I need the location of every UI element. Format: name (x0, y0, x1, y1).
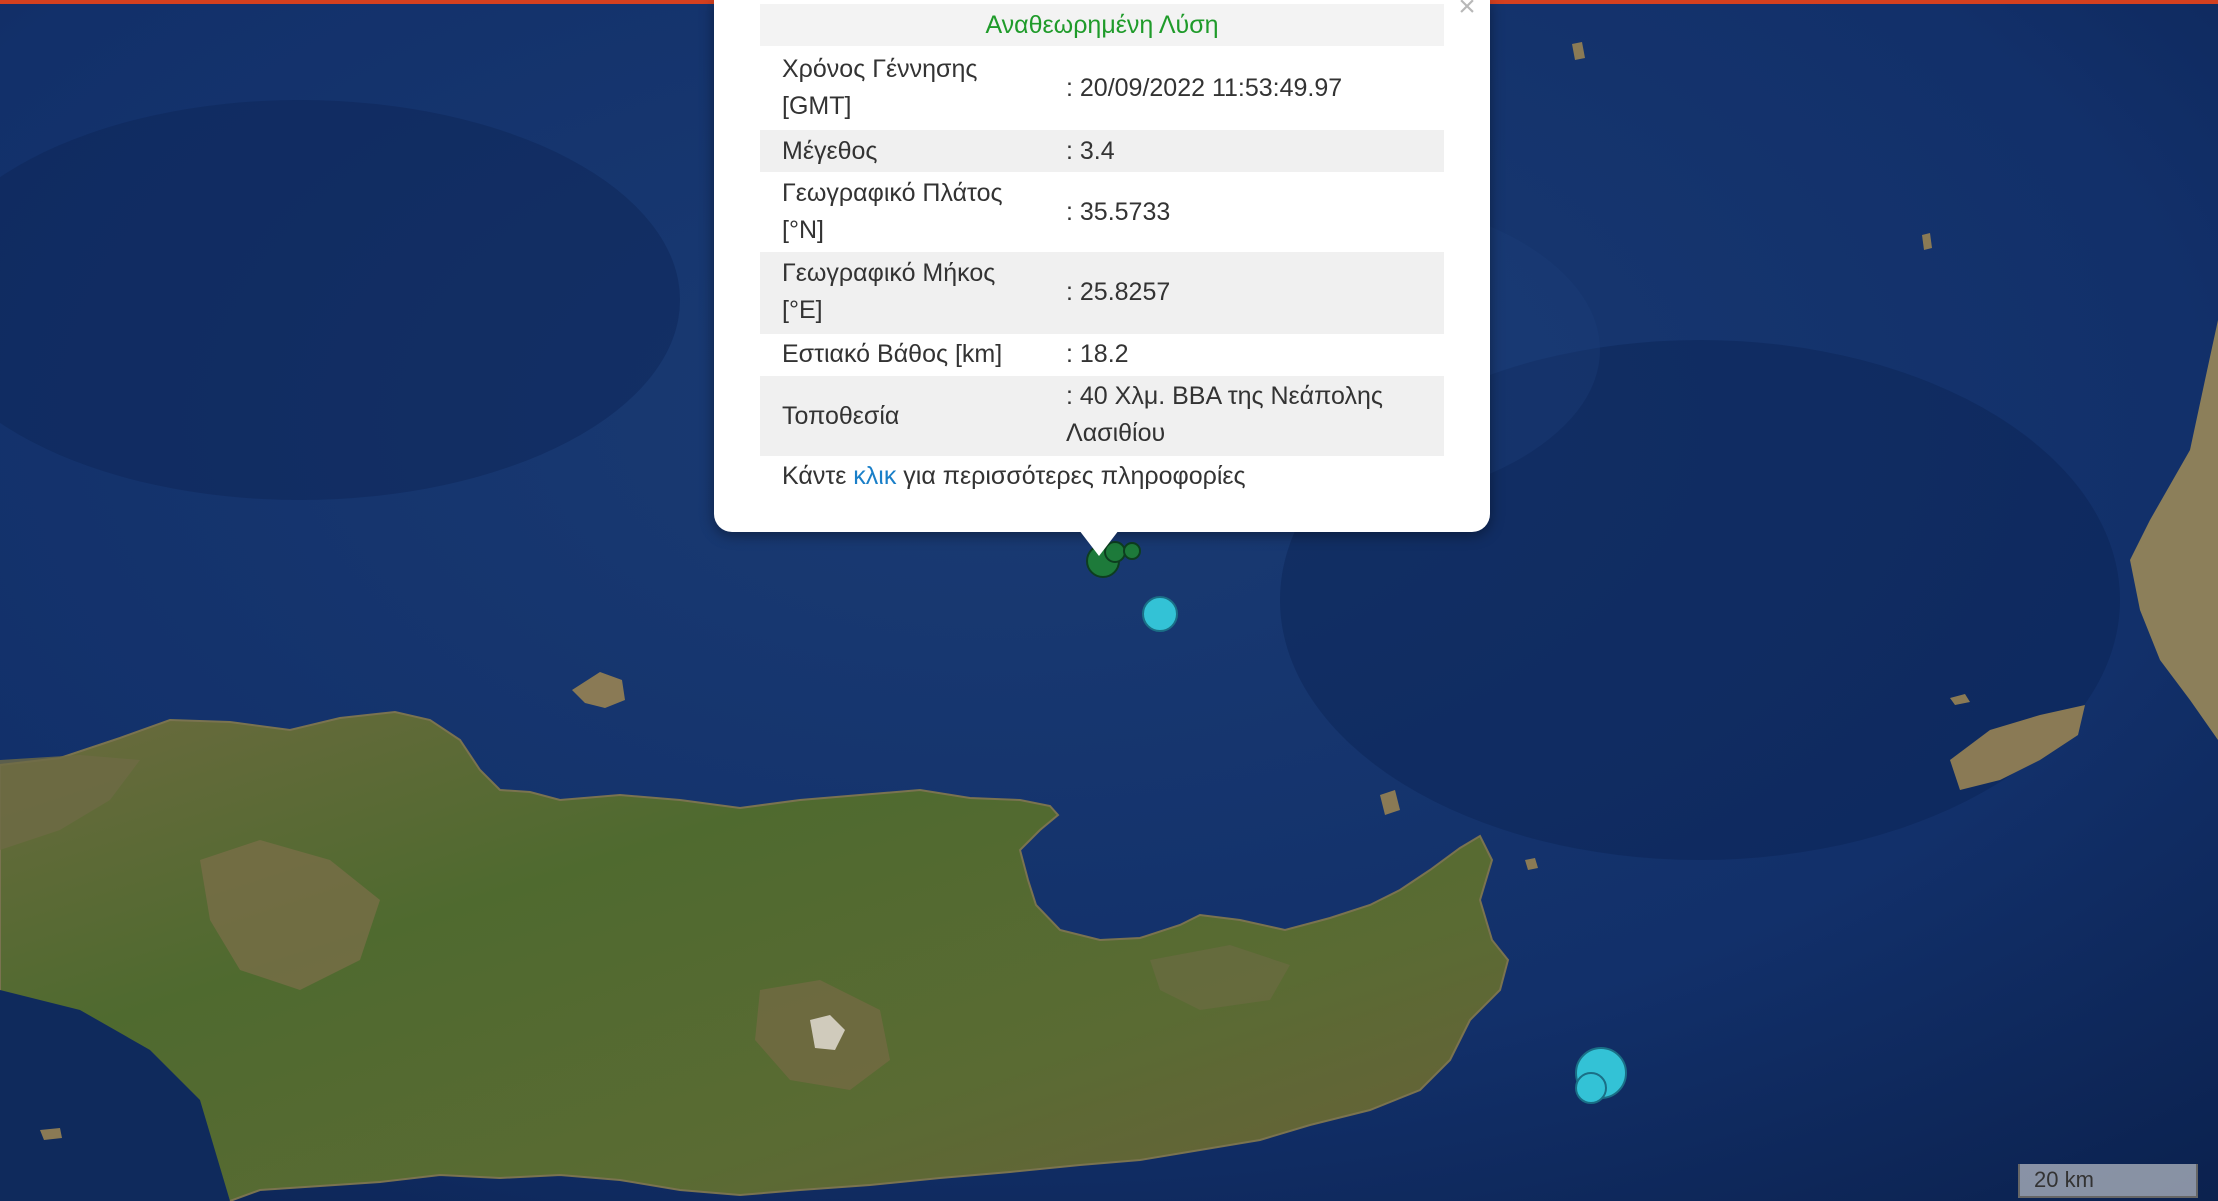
info-row-location: Τοποθεσία : 40 Χλμ. ΒΒΑ της Νεάπολης Λασ… (760, 376, 1444, 456)
value-latitude: : 35.5733 (1066, 198, 1171, 226)
label-depth: Εστιακό Βάθος [km] (782, 340, 1003, 368)
value-depth: : 18.2 (1066, 340, 1129, 368)
info-row-origin-time: Χρόνος Γέννησης [GMT] : 20/09/2022 11:53… (760, 46, 1444, 130)
more-info-link[interactable]: κλικ (853, 462, 896, 490)
small-island (40, 1128, 62, 1140)
label-magnitude: Μέγεθος (782, 137, 878, 165)
footer-text-before: Κάντε (782, 462, 854, 490)
footer-text-after: για περισσότερες πληροφορίες (896, 462, 1246, 490)
label-longitude: Γεωγραφικό Μήκος [°E] (782, 259, 996, 324)
value-origin-time: : 20/09/2022 11:53:49.97 (1066, 74, 1343, 102)
close-icon[interactable]: × (1452, 0, 1482, 22)
value-magnitude: : 3.4 (1066, 137, 1115, 165)
value-longitude: : 25.8257 (1066, 278, 1171, 306)
earthquake-marker-cyan[interactable] (1142, 596, 1178, 632)
info-row-depth: Εστιακό Βάθος [km] : 18.2 (760, 334, 1444, 376)
label-latitude: Γεωγραφικό Πλάτος [°N] (782, 179, 1003, 244)
popup-title: Αναθεωρημένη Λύση (760, 4, 1444, 46)
popup-footer: Κάντε κλικ για περισσότερες πληροφορίες (782, 458, 1246, 495)
info-row-magnitude: Μέγεθος : 3.4 (760, 130, 1444, 172)
popup-tip (1079, 530, 1119, 556)
earthquake-marker-cyan[interactable] (1575, 1072, 1607, 1104)
info-row-longitude: Γεωγραφικό Μήκος [°E] : 25.8257 (760, 252, 1444, 334)
info-row-latitude: Γεωγραφικό Πλάτος [°N] : 35.5733 (760, 172, 1444, 252)
scale-bar: 20 km (2018, 1164, 2198, 1198)
earthquake-marker-green[interactable] (1123, 542, 1141, 560)
value-location: : 40 Χλμ. ΒΒΑ της Νεάπολης Λασιθίου (1066, 382, 1383, 447)
label-origin-time: Χρόνος Γέννησης [GMT] (782, 55, 978, 120)
label-location: Τοποθεσία (782, 402, 900, 430)
